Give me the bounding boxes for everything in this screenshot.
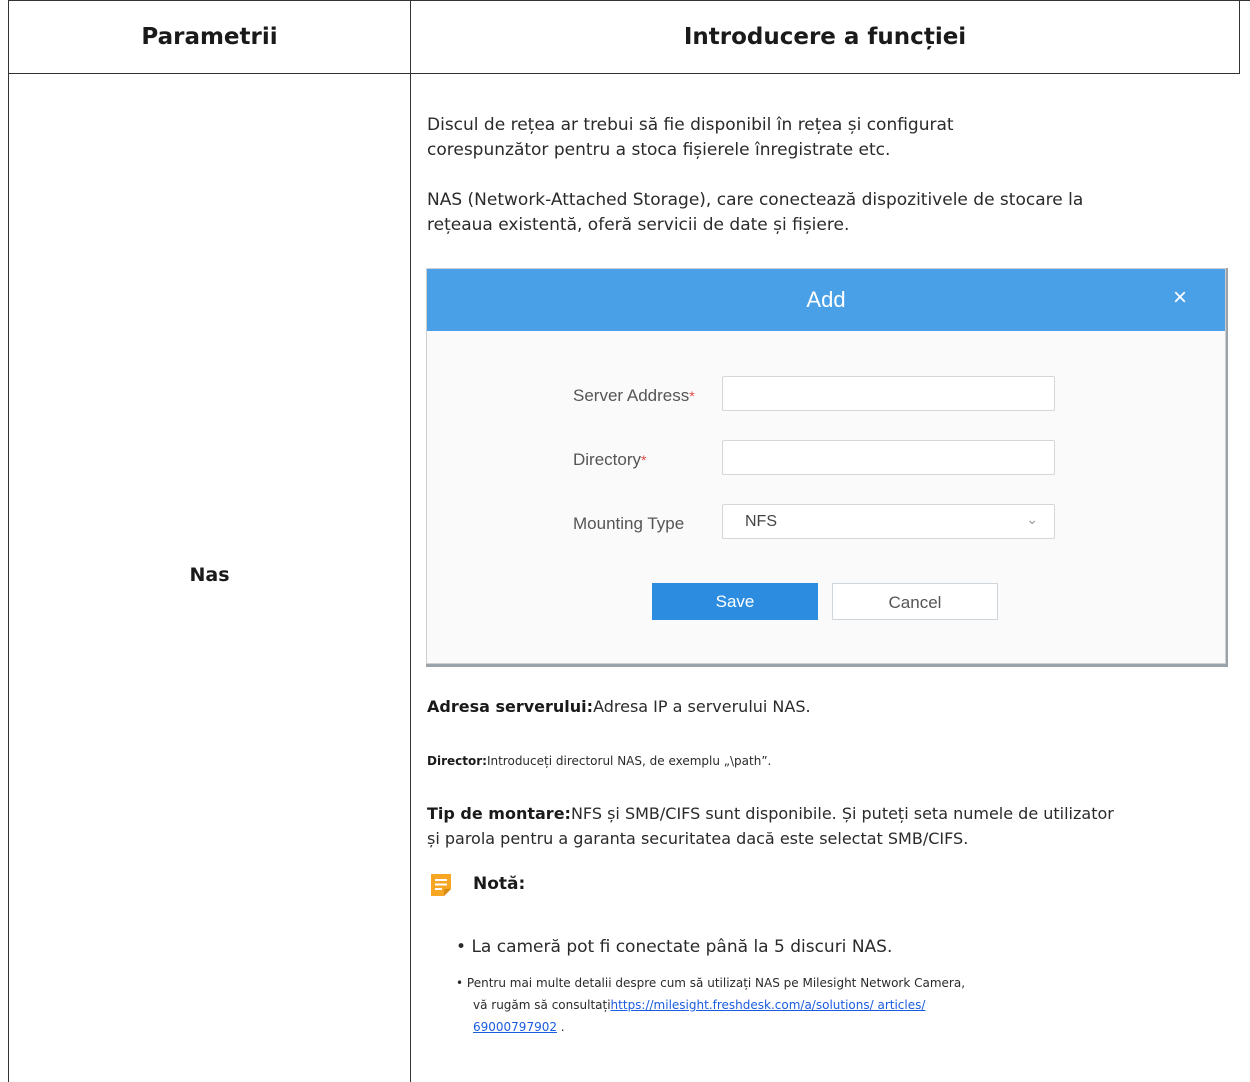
directory-description: Director:Introduceți directorul NAS, de … — [427, 754, 771, 768]
intro-paragraph-1-line-2: corespunzător pentru a stoca fișierele î… — [427, 140, 891, 160]
dialog-shadow-bottom — [426, 664, 1227, 667]
mounting-type-text-1: NFS și SMB/CIFS sunt disponibile. Și put… — [570, 804, 1114, 823]
server-address-description: Adresa serverului:Adresa IP a serverului… — [427, 697, 811, 716]
column-header-function-intro: Introducere a funcției — [683, 24, 967, 50]
intro-paragraph-1-line-1: Discul de rețea ar trebui să fie disponi… — [427, 115, 954, 135]
dialog-shadow-right — [1226, 268, 1228, 667]
note-bullet-2-prefix: vă rugăm să consultați — [473, 998, 611, 1012]
required-mark: * — [689, 388, 695, 404]
chevron-down-icon: ⌄ — [1026, 511, 1038, 527]
directory-term: Director: — [427, 754, 487, 768]
note-label: Notă: — [473, 874, 526, 894]
cancel-button[interactable]: Cancel — [832, 583, 998, 620]
save-button[interactable]: Save — [652, 583, 818, 620]
server-address-label: Server Address* — [573, 386, 695, 406]
intro-paragraph-1: Discul de rețea ar trebui să fie disponi… — [427, 113, 1227, 163]
mounting-type-value: NFS — [745, 513, 777, 530]
add-nas-dialog: Add × Server Address* Directory* Mountin… — [426, 268, 1226, 664]
note-bullet-1-text: La cameră pot fi conectate până la 5 dis… — [471, 937, 893, 957]
directory-input[interactable] — [722, 440, 1055, 475]
intro-paragraph-2-line-1: NAS (Network-Attached Storage), care con… — [427, 190, 1084, 210]
table-border-right — [1239, 0, 1240, 74]
mounting-type-label: Mounting Type — [573, 514, 685, 533]
server-address-term: Adresa serverului: — [427, 697, 594, 716]
server-address-text: Adresa IP a serverului NAS. — [593, 697, 811, 716]
dialog-title: Add — [806, 287, 846, 312]
note-bullet-2-line-3: 69000797902 . — [456, 1016, 965, 1038]
note-bullet-1: • La cameră pot fi conectate până la 5 d… — [456, 937, 892, 957]
bullet-dot: • — [456, 937, 467, 957]
intro-paragraph-2: NAS (Network-Attached Storage), care con… — [427, 188, 1227, 238]
note-bullet-2-text-1: Pentru mai multe detalii despre cum să u… — [466, 976, 966, 990]
server-address-input[interactable] — [722, 376, 1055, 411]
intro-paragraph-2-line-2: rețeaua existentă, oferă servicii de dat… — [427, 215, 850, 235]
required-mark: * — [641, 452, 647, 468]
mounting-type-select[interactable]: NFS ⌄ — [722, 504, 1055, 539]
solution-article-link[interactable]: https://milesight.freshdesk.com/a/soluti… — [611, 998, 926, 1012]
directory-label-text: Directory — [573, 450, 642, 469]
mounting-type-description-line-1: Tip de montare:NFS și SMB/CIFS sunt disp… — [427, 801, 1227, 826]
mounting-type-description: Tip de montare:NFS și SMB/CIFS sunt disp… — [427, 801, 1227, 851]
mounting-type-term: Tip de montare: — [427, 804, 571, 823]
table-border-left — [8, 0, 9, 1082]
parameter-name: Nas — [189, 564, 230, 586]
bullet-dot: • — [456, 976, 464, 990]
table-column-divider — [410, 0, 411, 1082]
note-bullet-2-suffix: . — [556, 1020, 565, 1034]
directory-label: Directory* — [573, 450, 646, 470]
dialog-header: Add × — [427, 269, 1225, 331]
solution-article-link-id[interactable]: 69000797902 — [473, 1020, 557, 1034]
server-address-label-text: Server Address — [573, 386, 690, 405]
note-bullet-2-line-2: vă rugăm să consultațihttps://milesight.… — [456, 994, 965, 1016]
close-icon[interactable]: × — [1173, 286, 1187, 310]
parameter-table: Parametrii Introducere a funcției Nas Di… — [0, 0, 1250, 1082]
directory-text: Introduceți directorul NAS, de exemplu „… — [486, 754, 772, 768]
note-bullet-2: • Pentru mai multe detalii despre cum să… — [456, 972, 965, 1038]
note-bullet-2-line-1: • Pentru mai multe detalii despre cum să… — [456, 972, 965, 994]
mounting-type-text-2: și parola pentru a garanta securitatea d… — [427, 829, 969, 848]
column-header-parameters: Parametrii — [141, 24, 278, 50]
note-icon — [431, 874, 451, 896]
